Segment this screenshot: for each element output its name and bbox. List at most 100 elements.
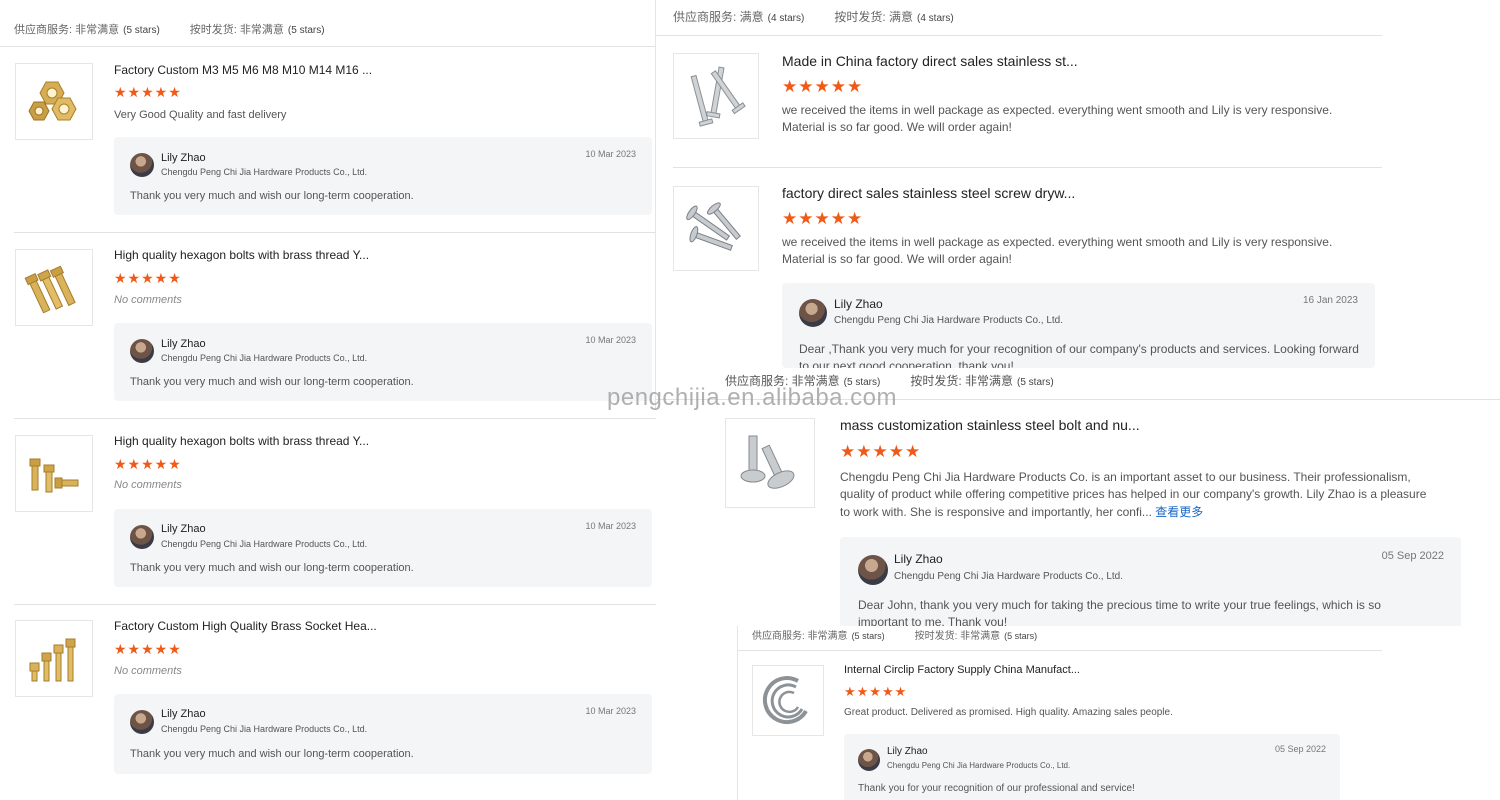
product-thumbnail[interactable] — [673, 53, 759, 139]
watermark: pengchijia.en.alibaba.com — [607, 384, 898, 411]
reply-company: Chengdu Peng Chi Jia Hardware Products C… — [834, 315, 1064, 326]
reply-text: Thank you very much and wish our long-te… — [130, 562, 414, 574]
star-rating: ★★★★★ — [844, 684, 908, 699]
seller-reply: Lily Zhao Chengdu Peng Chi Jia Hardware … — [114, 509, 652, 587]
reply-company: Chengdu Peng Chi Jia Hardware Products C… — [894, 571, 1124, 582]
delivery-rating-note: (5 stars) — [1004, 631, 1038, 641]
reply-text: Dear ,Thank you very much for your recog… — [799, 342, 1359, 368]
reply-company: Chengdu Peng Chi Jia Hardware Products C… — [161, 539, 368, 549]
seller-reply: Lily Zhao Chengdu Peng Chi Jia Hardware … — [114, 323, 652, 401]
service-rating-label: 供应商服务: 非常满意 — [752, 631, 848, 642]
seller-reply: Lily Zhao Chengdu Peng Chi Jia Hardware … — [114, 694, 652, 774]
brass-socket-screws-image — [29, 638, 76, 681]
review-comment: No comments — [114, 294, 182, 306]
review-comment: No comments — [114, 479, 182, 491]
seller-reply: Lily Zhao Chengdu Peng Chi Jia Hardware … — [782, 283, 1375, 368]
product-thumbnail[interactable] — [15, 620, 93, 697]
reply-text: Thank you very much and wish our long-te… — [130, 376, 414, 388]
reply-company: Chengdu Peng Chi Jia Hardware Products C… — [161, 353, 368, 363]
review-comment: Great product. Delivered as promised. Hi… — [844, 707, 1173, 718]
brass-nuts-image — [28, 81, 77, 120]
reply-company: Chengdu Peng Chi Jia Hardware Products C… — [887, 761, 1071, 770]
product-title[interactable]: High quality hexagon bolts with brass th… — [114, 248, 594, 262]
service-rating-note: (5 stars) — [851, 631, 885, 641]
star-rating: ★★★★★ — [782, 77, 864, 96]
stainless-screws-image — [690, 66, 746, 127]
product-title[interactable]: Internal Circlip Factory Supply China Ma… — [844, 664, 1324, 676]
reply-date: 10 Mar 2023 — [585, 521, 636, 531]
product-title[interactable]: Factory Custom High Quality Brass Socket… — [114, 619, 594, 633]
product-thumbnail[interactable] — [15, 63, 93, 140]
reply-author: Lily Zhao — [161, 152, 206, 164]
brass-bolts-image — [24, 265, 76, 313]
product-thumbnail[interactable] — [752, 665, 824, 736]
rating-summary: 供应商服务: 非常满意 (5 stars) 按时发货: 非常满意 (5 stars) — [14, 21, 325, 37]
reply-author: Lily Zhao — [834, 297, 883, 311]
product-title[interactable]: Factory Custom M3 M5 M6 M8 M10 M14 M16 .… — [114, 63, 594, 77]
divider — [738, 650, 1382, 651]
avatar — [799, 299, 827, 327]
reply-author: Lily Zhao — [161, 338, 206, 350]
drywall-screws-image — [686, 201, 741, 251]
delivery-rating-note: (5 stars) — [1017, 377, 1054, 388]
product-title[interactable]: mass customization stainless steel bolt … — [840, 417, 1400, 433]
delivery-rating-label: 按时发货: 满意 — [834, 10, 914, 24]
service-rating-note: (4 stars) — [767, 13, 805, 24]
reply-author: Lily Zhao — [894, 552, 943, 566]
seller-reply: Lily Zhao Chengdu Peng Chi Jia Hardware … — [844, 734, 1340, 800]
avatar — [130, 339, 154, 363]
reply-author: Lily Zhao — [161, 523, 206, 535]
review-item: High quality hexagon bolts with brass th… — [14, 233, 656, 419]
star-rating: ★★★★★ — [840, 442, 922, 461]
product-thumbnail[interactable] — [15, 249, 93, 326]
avatar — [858, 749, 880, 771]
see-more-link[interactable]: 查看更多 — [1155, 505, 1203, 519]
left-review-panel: 供应商服务: 非常满意 (5 stars) 按时发货: 非常满意 (5 stars) … — [0, 0, 656, 800]
star-rating: ★★★★★ — [114, 84, 182, 100]
product-title[interactable]: factory direct sales stainless steel scr… — [782, 185, 1302, 201]
service-rating-note: (5 stars) — [123, 25, 160, 36]
avatar — [130, 525, 154, 549]
review-item: Factory Custom High Quality Brass Socket… — [14, 605, 656, 800]
seller-reply: Lily Zhao Chengdu Peng Chi Jia Hardware … — [840, 537, 1461, 626]
reply-date: 05 Sep 2022 — [1381, 550, 1444, 562]
rating-summary: 供应商服务: 非常满意 (5 stars) 按时发货: 非常满意 (5 stars) — [752, 627, 1037, 642]
review-item: factory direct sales stainless steel scr… — [673, 168, 1382, 368]
product-thumbnail[interactable] — [15, 435, 93, 512]
review-comment: Very Good Quality and fast delivery — [114, 109, 287, 121]
delivery-rating-label: 按时发货: 非常满意 — [910, 374, 1014, 388]
right-top-review-panel: 供应商服务: 满意 (4 stars) 按时发货: 满意 (4 stars) Made… — [656, 0, 1382, 368]
reply-text: Thank you very much and wish our long-te… — [130, 748, 414, 760]
reply-author: Lily Zhao — [887, 746, 928, 757]
reply-text: Dear John, thank you very much for takin… — [858, 598, 1381, 626]
reply-author: Lily Zhao — [161, 708, 206, 720]
circlip-image — [762, 675, 808, 724]
reply-text: Thank you for your recognition of our pr… — [858, 783, 1135, 794]
delivery-rating-label: 按时发货: 非常满意 — [189, 24, 284, 36]
review-item: Made in China factory direct sales stain… — [673, 36, 1382, 168]
right-bottom-review-panel: 供应商服务: 非常满意 (5 stars) 按时发货: 非常满意 (5 stars) … — [737, 626, 1382, 800]
delivery-rating-label: 按时发货: 非常满意 — [914, 631, 1001, 642]
reply-text: Thank you very much and wish our long-te… — [130, 190, 414, 202]
review-comment: Chengdu Peng Chi Jia Hardware Products C… — [840, 469, 1430, 521]
star-rating: ★★★★★ — [114, 641, 182, 657]
product-thumbnail[interactable] — [673, 186, 759, 271]
carriage-bolts-image — [740, 435, 795, 489]
delivery-rating-note: (5 stars) — [287, 25, 325, 36]
reply-date: 05 Sep 2022 — [1274, 744, 1326, 754]
product-title[interactable]: Made in China factory direct sales stain… — [782, 53, 1302, 69]
review-comment-text: Chengdu Peng Chi Jia Hardware Products C… — [840, 470, 1427, 519]
reply-date: 10 Mar 2023 — [585, 706, 636, 716]
reply-date: 16 Jan 2023 — [1302, 295, 1358, 306]
product-thumbnail[interactable] — [725, 418, 815, 508]
rating-summary: 供应商服务: 满意 (4 stars) 按时发货: 满意 (4 stars) — [673, 8, 954, 25]
review-item: Factory Custom M3 M5 M6 M8 M10 M14 M16 .… — [14, 47, 656, 233]
review-item: High quality hexagon bolts with brass th… — [14, 419, 656, 605]
service-rating-label: 供应商服务: 非常满意 — [14, 24, 120, 36]
review-comment: No comments — [114, 665, 182, 677]
reply-date: 10 Mar 2023 — [585, 149, 636, 159]
reply-date: 10 Mar 2023 — [585, 335, 636, 345]
product-title[interactable]: High quality hexagon bolts with brass th… — [114, 434, 594, 448]
reply-company: Chengdu Peng Chi Jia Hardware Products C… — [161, 724, 368, 734]
avatar — [130, 153, 154, 177]
